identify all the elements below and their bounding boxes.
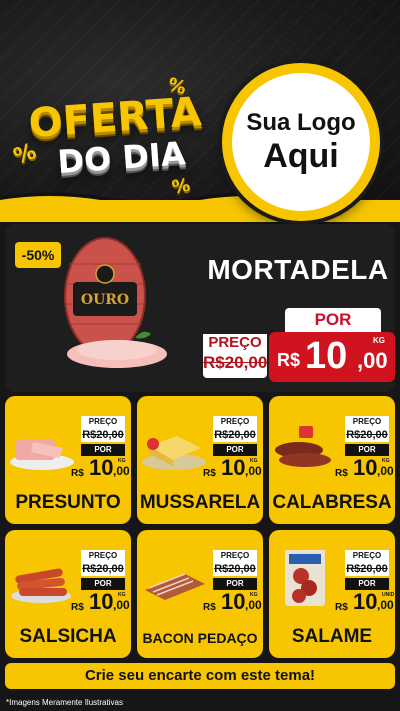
price-integer: 10 bbox=[89, 455, 114, 480]
preco-label: PREÇO bbox=[345, 416, 389, 428]
percent-decoration: % bbox=[170, 174, 192, 199]
price-unit: KG bbox=[382, 458, 390, 464]
disclaimer-footnote: *Imagens Meramente Ilustrativas bbox=[6, 698, 123, 707]
old-price: R$20,00 bbox=[213, 428, 257, 442]
por-label: POR bbox=[285, 308, 381, 332]
price-integer: 10 bbox=[353, 589, 378, 614]
price-cents: ,00 bbox=[245, 464, 262, 478]
price-cents: ,00 bbox=[357, 348, 388, 373]
logo-text-line2: Aqui bbox=[263, 137, 339, 175]
mortadela-image: OURO bbox=[64, 237, 167, 368]
price-currency: R$ bbox=[71, 468, 84, 479]
product-name: SALAME bbox=[291, 626, 373, 647]
price-integer: 10 bbox=[305, 335, 348, 377]
brand-label: OURO bbox=[81, 292, 129, 308]
old-price: R$20,00 bbox=[203, 353, 268, 372]
price-unit: KG bbox=[250, 592, 258, 598]
old-price: R$20,00 bbox=[345, 428, 389, 442]
product-name: PRESUNTO bbox=[15, 492, 121, 513]
price-currency: R$ bbox=[335, 602, 348, 613]
price-currency: R$ bbox=[335, 468, 348, 479]
price-unit: KG bbox=[373, 336, 385, 345]
create-flyer-banner[interactable]: Crie seu encarte com este tema! bbox=[5, 663, 395, 689]
price-currency: R$ bbox=[203, 468, 216, 479]
logo-text-line1: Sua Logo bbox=[246, 109, 356, 136]
salame-image bbox=[285, 550, 325, 606]
price-integer: 10 bbox=[89, 589, 114, 614]
price-currency: R$ bbox=[203, 602, 216, 613]
old-price-box: PREÇO R$20,00 bbox=[203, 334, 267, 378]
calabresa-image bbox=[275, 426, 331, 467]
price-unit: KG bbox=[118, 592, 126, 598]
price-unit: UNID bbox=[382, 592, 395, 598]
product-name: CALABRESA bbox=[272, 492, 392, 513]
product-grid: PREÇO R$20,00 POR R$ 10 ,00 KG PRESUNTO … bbox=[5, 396, 395, 660]
preco-label: PREÇO bbox=[213, 550, 257, 562]
price-cents: ,00 bbox=[113, 598, 130, 612]
price-cents: ,00 bbox=[245, 598, 262, 612]
price-integer: 10 bbox=[221, 455, 246, 480]
product-card-mussarela: PREÇO R$20,00 POR R$ 10 ,00 KG MUSSARELA bbox=[137, 396, 263, 524]
price-cents: ,00 bbox=[377, 598, 394, 612]
preco-label: PREÇO bbox=[81, 550, 125, 562]
preco-label: PREÇO bbox=[213, 416, 257, 428]
product-card-salame: PREÇO R$20,00 POR R$ 10 ,00 UNID SALAME bbox=[269, 530, 395, 658]
product-card-bacon: PREÇO R$20,00 POR R$ 10 ,00 KG BACON PED… bbox=[137, 530, 263, 658]
product-name: BACON PEDAÇO bbox=[142, 630, 258, 646]
featured-price: R$ 10 ,00 KG bbox=[269, 332, 395, 382]
preco-label: PREÇO bbox=[81, 416, 125, 428]
salsicha-image bbox=[11, 568, 71, 603]
product-name: MUSSARELA bbox=[139, 492, 261, 513]
product-name: SALSICHA bbox=[19, 626, 117, 647]
old-price: R$20,00 bbox=[81, 428, 125, 442]
featured-product-card: -50% OURO MORTADELA PREÇO R$20,00 POR R$… bbox=[5, 224, 395, 392]
old-price: R$20,00 bbox=[345, 562, 389, 576]
price-currency: R$ bbox=[277, 350, 301, 370]
featured-product-name: MORTADELA bbox=[207, 254, 389, 285]
product-card-presunto: PREÇO R$20,00 POR R$ 10 ,00 KG PRESUNTO bbox=[5, 396, 131, 524]
price-cents: ,00 bbox=[113, 464, 130, 478]
price-unit: KG bbox=[118, 458, 126, 464]
product-card-calabresa: PREÇO R$20,00 POR R$ 10 ,00 KG CALABRESA bbox=[269, 396, 395, 524]
product-card-salsicha: PREÇO R$20,00 POR R$ 10 ,00 KG SALSICHA bbox=[5, 530, 131, 658]
bacon-image bbox=[145, 573, 205, 600]
presunto-image bbox=[10, 440, 74, 470]
preco-label: PREÇO bbox=[203, 334, 267, 352]
price-currency: R$ bbox=[71, 602, 84, 613]
price-cents: ,00 bbox=[377, 464, 394, 478]
logo-placeholder: Sua Logo Aqui bbox=[222, 63, 380, 221]
old-price: R$20,00 bbox=[213, 562, 257, 576]
price-integer: 10 bbox=[353, 455, 378, 480]
price-unit: KG bbox=[250, 458, 258, 464]
preco-label: PREÇO bbox=[345, 550, 389, 562]
mussarela-image bbox=[142, 436, 206, 470]
old-price: R$20,00 bbox=[81, 562, 125, 576]
price-integer: 10 bbox=[221, 589, 246, 614]
oferta-do-dia-title: OFERTA DO DIA bbox=[27, 89, 205, 182]
